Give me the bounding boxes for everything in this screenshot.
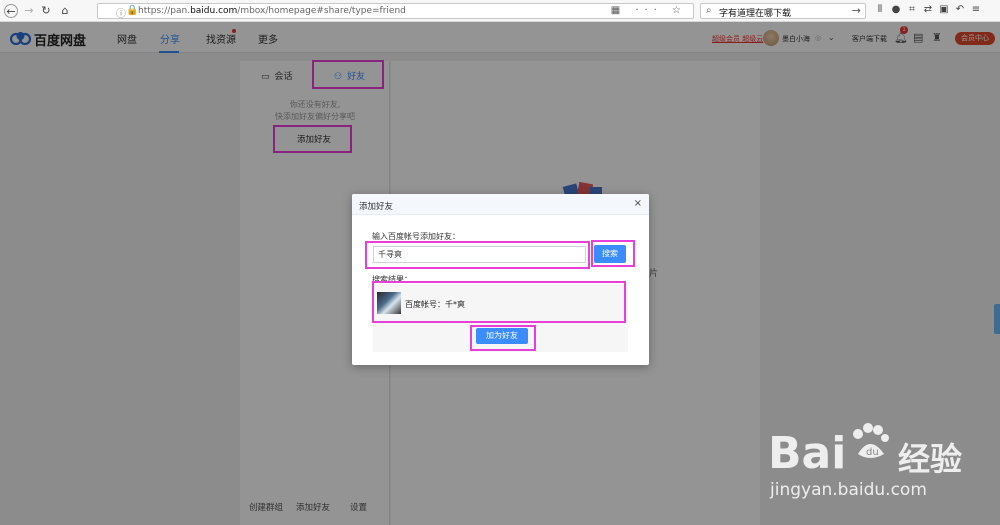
lock-icon: 🔒 — [126, 5, 139, 16]
menu-icon[interactable]: ≡ — [968, 4, 984, 15]
highlight-account-input — [365, 241, 590, 269]
svg-text:du: du — [866, 447, 879, 458]
baidu-jingyan-watermark: Bai du 经验 jingyan.baidu.com — [768, 418, 998, 508]
arrow-right-icon[interactable]: → — [852, 4, 861, 17]
highlight-search-button — [591, 240, 635, 267]
add-friend-dialog: 添加好友 × 输入百度帐号添加好友： 千寻爽 搜索 搜索结果： 百度帐号：千*爽… — [352, 194, 649, 365]
screenshot-icon[interactable]: ▣ — [936, 4, 952, 15]
search-icon: ⌕ — [706, 5, 712, 16]
watermark-brand: Bai — [768, 428, 847, 479]
home-icon[interactable]: ⌂ — [58, 4, 72, 18]
url-prefix: https://pan. — [138, 6, 191, 16]
info-icon[interactable]: ⓘ — [116, 5, 126, 20]
library-icon[interactable]: ⫴ — [872, 4, 888, 15]
back-icon[interactable]: ← — [4, 4, 18, 18]
browser-search-box[interactable]: ⌕ 字有道理在哪下载 → — [700, 3, 866, 19]
close-icon[interactable]: × — [634, 198, 642, 210]
highlight-search-result — [372, 281, 626, 323]
dialog-header: 添加好友 × — [352, 194, 649, 215]
browser-tools: ⫴ ● ⌗ ⇄ ▣ ↶ ≡ — [872, 4, 984, 15]
address-bar[interactable]: ⓘ 🔒 https://pan.baidu.com/mbox/homepage#… — [97, 3, 694, 20]
url-path: /mbox/homepage#share/type=friend — [237, 6, 406, 16]
watermark-domain: jingyan.baidu.com — [770, 480, 927, 500]
chat-icon[interactable]: ● — [888, 4, 904, 15]
browser-toolbar: ← → ↻ ⌂ ⓘ 🔒 https://pan.baidu.com/mbox/h… — [0, 0, 1000, 22]
reload-icon[interactable]: ↻ — [39, 4, 53, 18]
side-widget[interactable] — [994, 304, 1000, 334]
paw-icon: du — [853, 423, 889, 458]
crop-icon[interactable]: ⌗ — [904, 4, 920, 15]
url-domain: baidu.com — [190, 6, 238, 16]
watermark-suffix: 经验 — [898, 440, 963, 478]
sync-icon[interactable]: ⇄ — [920, 4, 936, 15]
highlight-add-button — [470, 325, 536, 351]
undo-icon[interactable]: ↶ — [952, 4, 968, 15]
forward-icon[interactable]: → — [22, 4, 36, 18]
page-actions-icon[interactable]: ▦ ··· ☆ — [611, 5, 687, 16]
url-text: https://pan.baidu.com/mbox/homepage#shar… — [138, 6, 406, 16]
browser-search-text: 字有道理在哪下载 — [719, 9, 792, 19]
dialog-title: 添加好友 — [359, 202, 394, 212]
